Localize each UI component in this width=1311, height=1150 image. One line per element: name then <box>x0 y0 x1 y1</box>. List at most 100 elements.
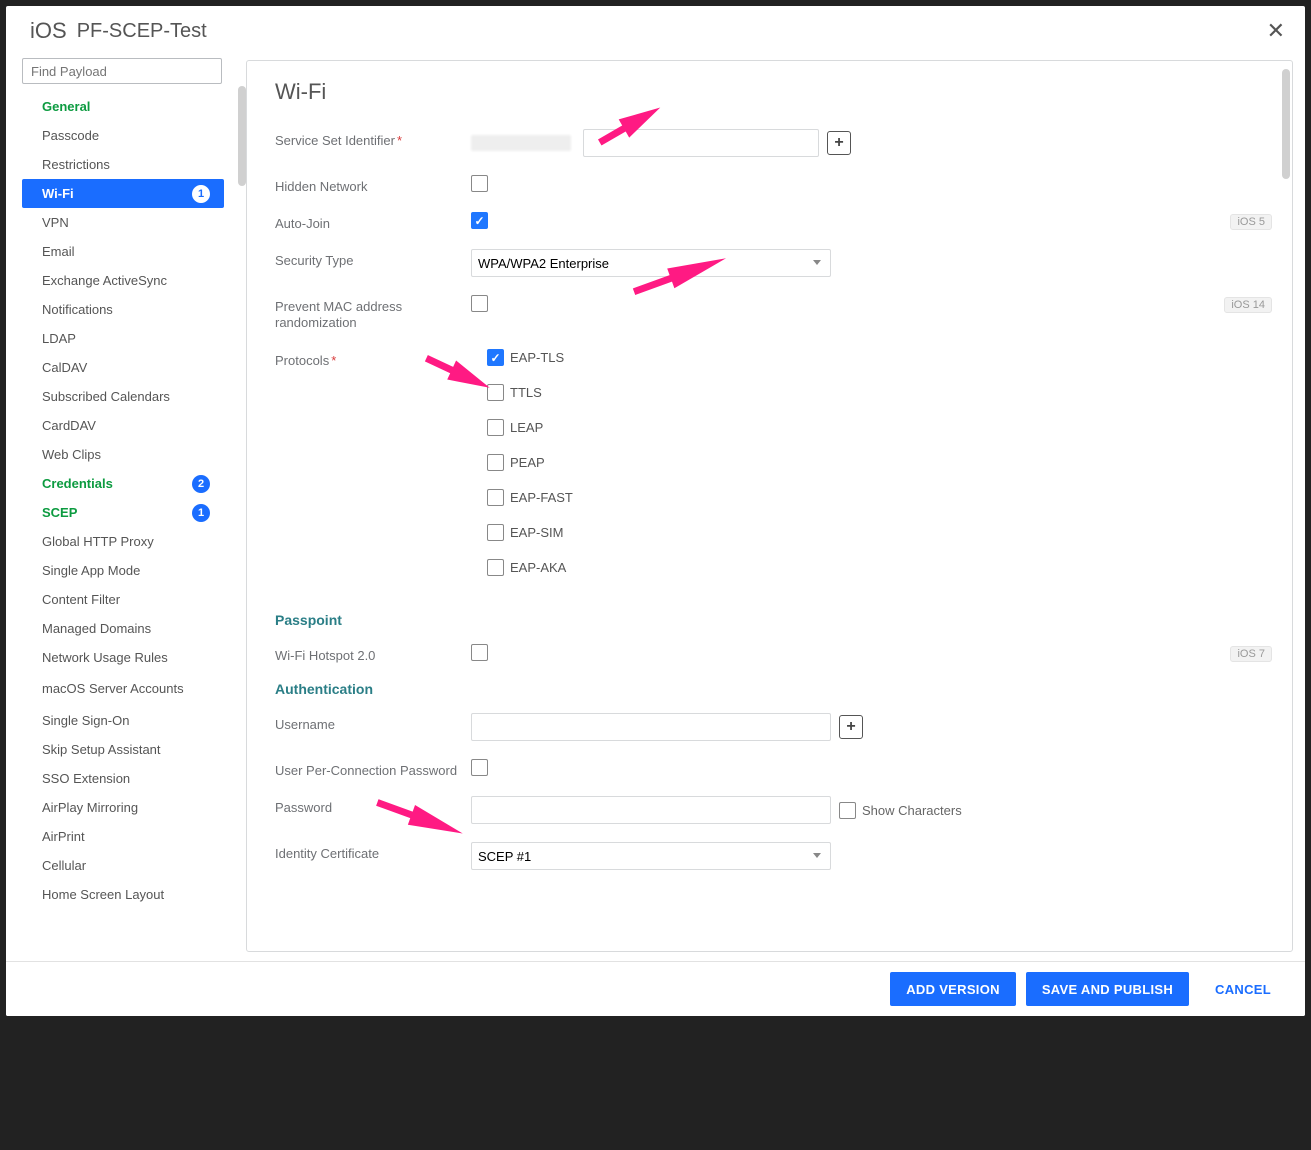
sidebar-item-label: Cellular <box>42 858 210 873</box>
hotspot-checkbox[interactable] <box>471 644 488 661</box>
sidebar-item-label: Network Usage Rules <box>42 650 210 665</box>
profile-editor-window: iOS PF-SCEP-Test ✕ General PasscodeRestri… <box>6 6 1305 1016</box>
sidebar-item-email[interactable]: Email <box>22 237 224 266</box>
ios-version-badge: iOS 7 <box>1230 646 1272 662</box>
row-security: Security Type <box>275 249 1264 277</box>
protocol-label: LEAP <box>510 420 543 435</box>
sidebar-item-label: Single Sign-On <box>42 713 210 728</box>
count-badge: 2 <box>192 475 210 493</box>
sidebar-item-airplay-mirroring[interactable]: AirPlay Mirroring <box>22 793 224 822</box>
sidebar-item-label: LDAP <box>42 331 210 346</box>
hidden-label: Hidden Network <box>275 175 471 194</box>
protocol-checkbox[interactable] <box>487 384 504 401</box>
close-icon[interactable]: ✕ <box>1267 20 1285 42</box>
autojoin-checkbox[interactable] <box>471 212 488 229</box>
autojoin-label: Auto-Join <box>275 212 471 231</box>
ssid-input[interactable] <box>583 129 819 157</box>
sidebar-item-single-app-mode[interactable]: Single App Mode <box>22 556 224 585</box>
sidebar-item-passcode[interactable]: Passcode <box>22 121 224 150</box>
sidebar-item-content-filter[interactable]: Content Filter <box>22 585 224 614</box>
ios-version-badge: iOS 14 <box>1224 297 1272 313</box>
sidebar-item-skip-setup-assistant[interactable]: Skip Setup Assistant <box>22 735 224 764</box>
identity-cert-select[interactable] <box>471 842 831 870</box>
sidebar-item-label: Notifications <box>42 302 210 317</box>
sidebar-item-caldav[interactable]: CalDAV <box>22 353 224 382</box>
protocol-checkbox[interactable] <box>487 489 504 506</box>
sidebar-item-wi-fi[interactable]: Wi-Fi1 <box>22 179 224 208</box>
username-input[interactable] <box>471 713 831 741</box>
sidebar-scrollbar[interactable] <box>238 86 246 186</box>
security-label: Security Type <box>275 249 471 268</box>
protocol-checkbox[interactable] <box>487 559 504 576</box>
sidebar-item-general[interactable]: General <box>22 92 224 121</box>
protocol-eap-fast: EAP-FAST <box>487 489 573 506</box>
row-protocols: Protocols* EAP-TLSTTLSLEAPPEAPEAP-FASTEA… <box>275 349 1264 594</box>
sidebar-item-macos-server-accounts[interactable]: macOS Server Accounts <box>22 672 224 706</box>
sidebar-item-carddav[interactable]: CardDAV <box>22 411 224 440</box>
perconn-checkbox[interactable] <box>471 759 488 776</box>
sidebar-item-home-screen-layout[interactable]: Home Screen Layout <box>22 880 224 909</box>
sidebar-item-label: SSO Extension <box>42 771 210 786</box>
row-autojoin: Auto-Join iOS 5 <box>275 212 1264 231</box>
profile-name: PF-SCEP-Test <box>77 20 207 43</box>
search-input[interactable] <box>22 58 222 84</box>
sidebar-item-ldap[interactable]: LDAP <box>22 324 224 353</box>
count-badge: 1 <box>192 185 210 203</box>
protocol-label: PEAP <box>510 455 545 470</box>
page-title: Wi-Fi <box>275 79 1264 105</box>
save-publish-button[interactable]: SAVE AND PUBLISH <box>1026 972 1189 1006</box>
sidebar-item-label: Subscribed Calendars <box>42 389 210 404</box>
sidebar-item-exchange-activesync[interactable]: Exchange ActiveSync <box>22 266 224 295</box>
sidebar-item-label: Content Filter <box>42 592 210 607</box>
row-username: Username + <box>275 713 1264 741</box>
add-version-button[interactable]: ADD VERSION <box>890 972 1016 1006</box>
showchars-label: Show Characters <box>862 803 962 818</box>
sidebar-item-network-usage-rules[interactable]: Network Usage Rules <box>22 643 224 672</box>
macrand-checkbox[interactable] <box>471 295 488 312</box>
sidebar-item-single-sign-on[interactable]: Single Sign-On <box>22 706 224 735</box>
protocols-label: Protocols <box>275 353 329 368</box>
sidebar-item-label: Wi-Fi <box>42 186 192 201</box>
sidebar-item-global-http-proxy[interactable]: Global HTTP Proxy <box>22 527 224 556</box>
sidebar-item-vpn[interactable]: VPN <box>22 208 224 237</box>
required-icon: * <box>397 133 402 148</box>
sidebar-item-scep[interactable]: SCEP1 <box>22 498 224 527</box>
sidebar-item-label: Home Screen Layout <box>42 887 210 902</box>
protocol-eap-aka: EAP-AKA <box>487 559 573 576</box>
sidebar-item-cellular[interactable]: Cellular <box>22 851 224 880</box>
platform-label: iOS <box>30 18 67 44</box>
sidebar-item-sso-extension[interactable]: SSO Extension <box>22 764 224 793</box>
protocol-label: TTLS <box>510 385 542 400</box>
protocol-checkbox[interactable] <box>487 349 504 366</box>
sidebar-item-label: General <box>42 99 210 114</box>
protocol-checkbox[interactable] <box>487 524 504 541</box>
sidebar-item-managed-domains[interactable]: Managed Domains <box>22 614 224 643</box>
sidebar-item-label: macOS Server Accounts <box>42 681 210 697</box>
username-label: Username <box>275 713 471 732</box>
protocol-checkbox[interactable] <box>487 454 504 471</box>
protocol-eap-sim: EAP-SIM <box>487 524 573 541</box>
sidebar-item-label: Email <box>42 244 210 259</box>
sidebar-item-label: Managed Domains <box>42 621 210 636</box>
required-icon: * <box>331 353 336 368</box>
sidebar-item-label: Single App Mode <box>42 563 210 578</box>
payload-sidebar: GeneralPasscodeRestrictionsWi-Fi1VPNEmai… <box>6 54 240 952</box>
sidebar-item-credentials[interactable]: Credentials2 <box>22 469 224 498</box>
protocol-checkbox[interactable] <box>487 419 504 436</box>
hidden-checkbox[interactable] <box>471 175 488 192</box>
sidebar-item-restrictions[interactable]: Restrictions <box>22 150 224 179</box>
row-hidden: Hidden Network <box>275 175 1264 194</box>
security-type-select[interactable] <box>471 249 831 277</box>
header: iOS PF-SCEP-Test ✕ <box>6 6 1305 54</box>
sidebar-item-label: CardDAV <box>42 418 210 433</box>
cancel-button[interactable]: CANCEL <box>1199 972 1287 1006</box>
row-password: Password Show Characters <box>275 796 1264 824</box>
sidebar-item-subscribed-calendars[interactable]: Subscribed Calendars <box>22 382 224 411</box>
add-icon[interactable]: + <box>827 131 851 155</box>
add-icon[interactable]: + <box>839 715 863 739</box>
sidebar-item-notifications[interactable]: Notifications <box>22 295 224 324</box>
password-input[interactable] <box>471 796 831 824</box>
sidebar-item-airprint[interactable]: AirPrint <box>22 822 224 851</box>
showchars-checkbox[interactable] <box>839 802 856 819</box>
sidebar-item-web-clips[interactable]: Web Clips <box>22 440 224 469</box>
